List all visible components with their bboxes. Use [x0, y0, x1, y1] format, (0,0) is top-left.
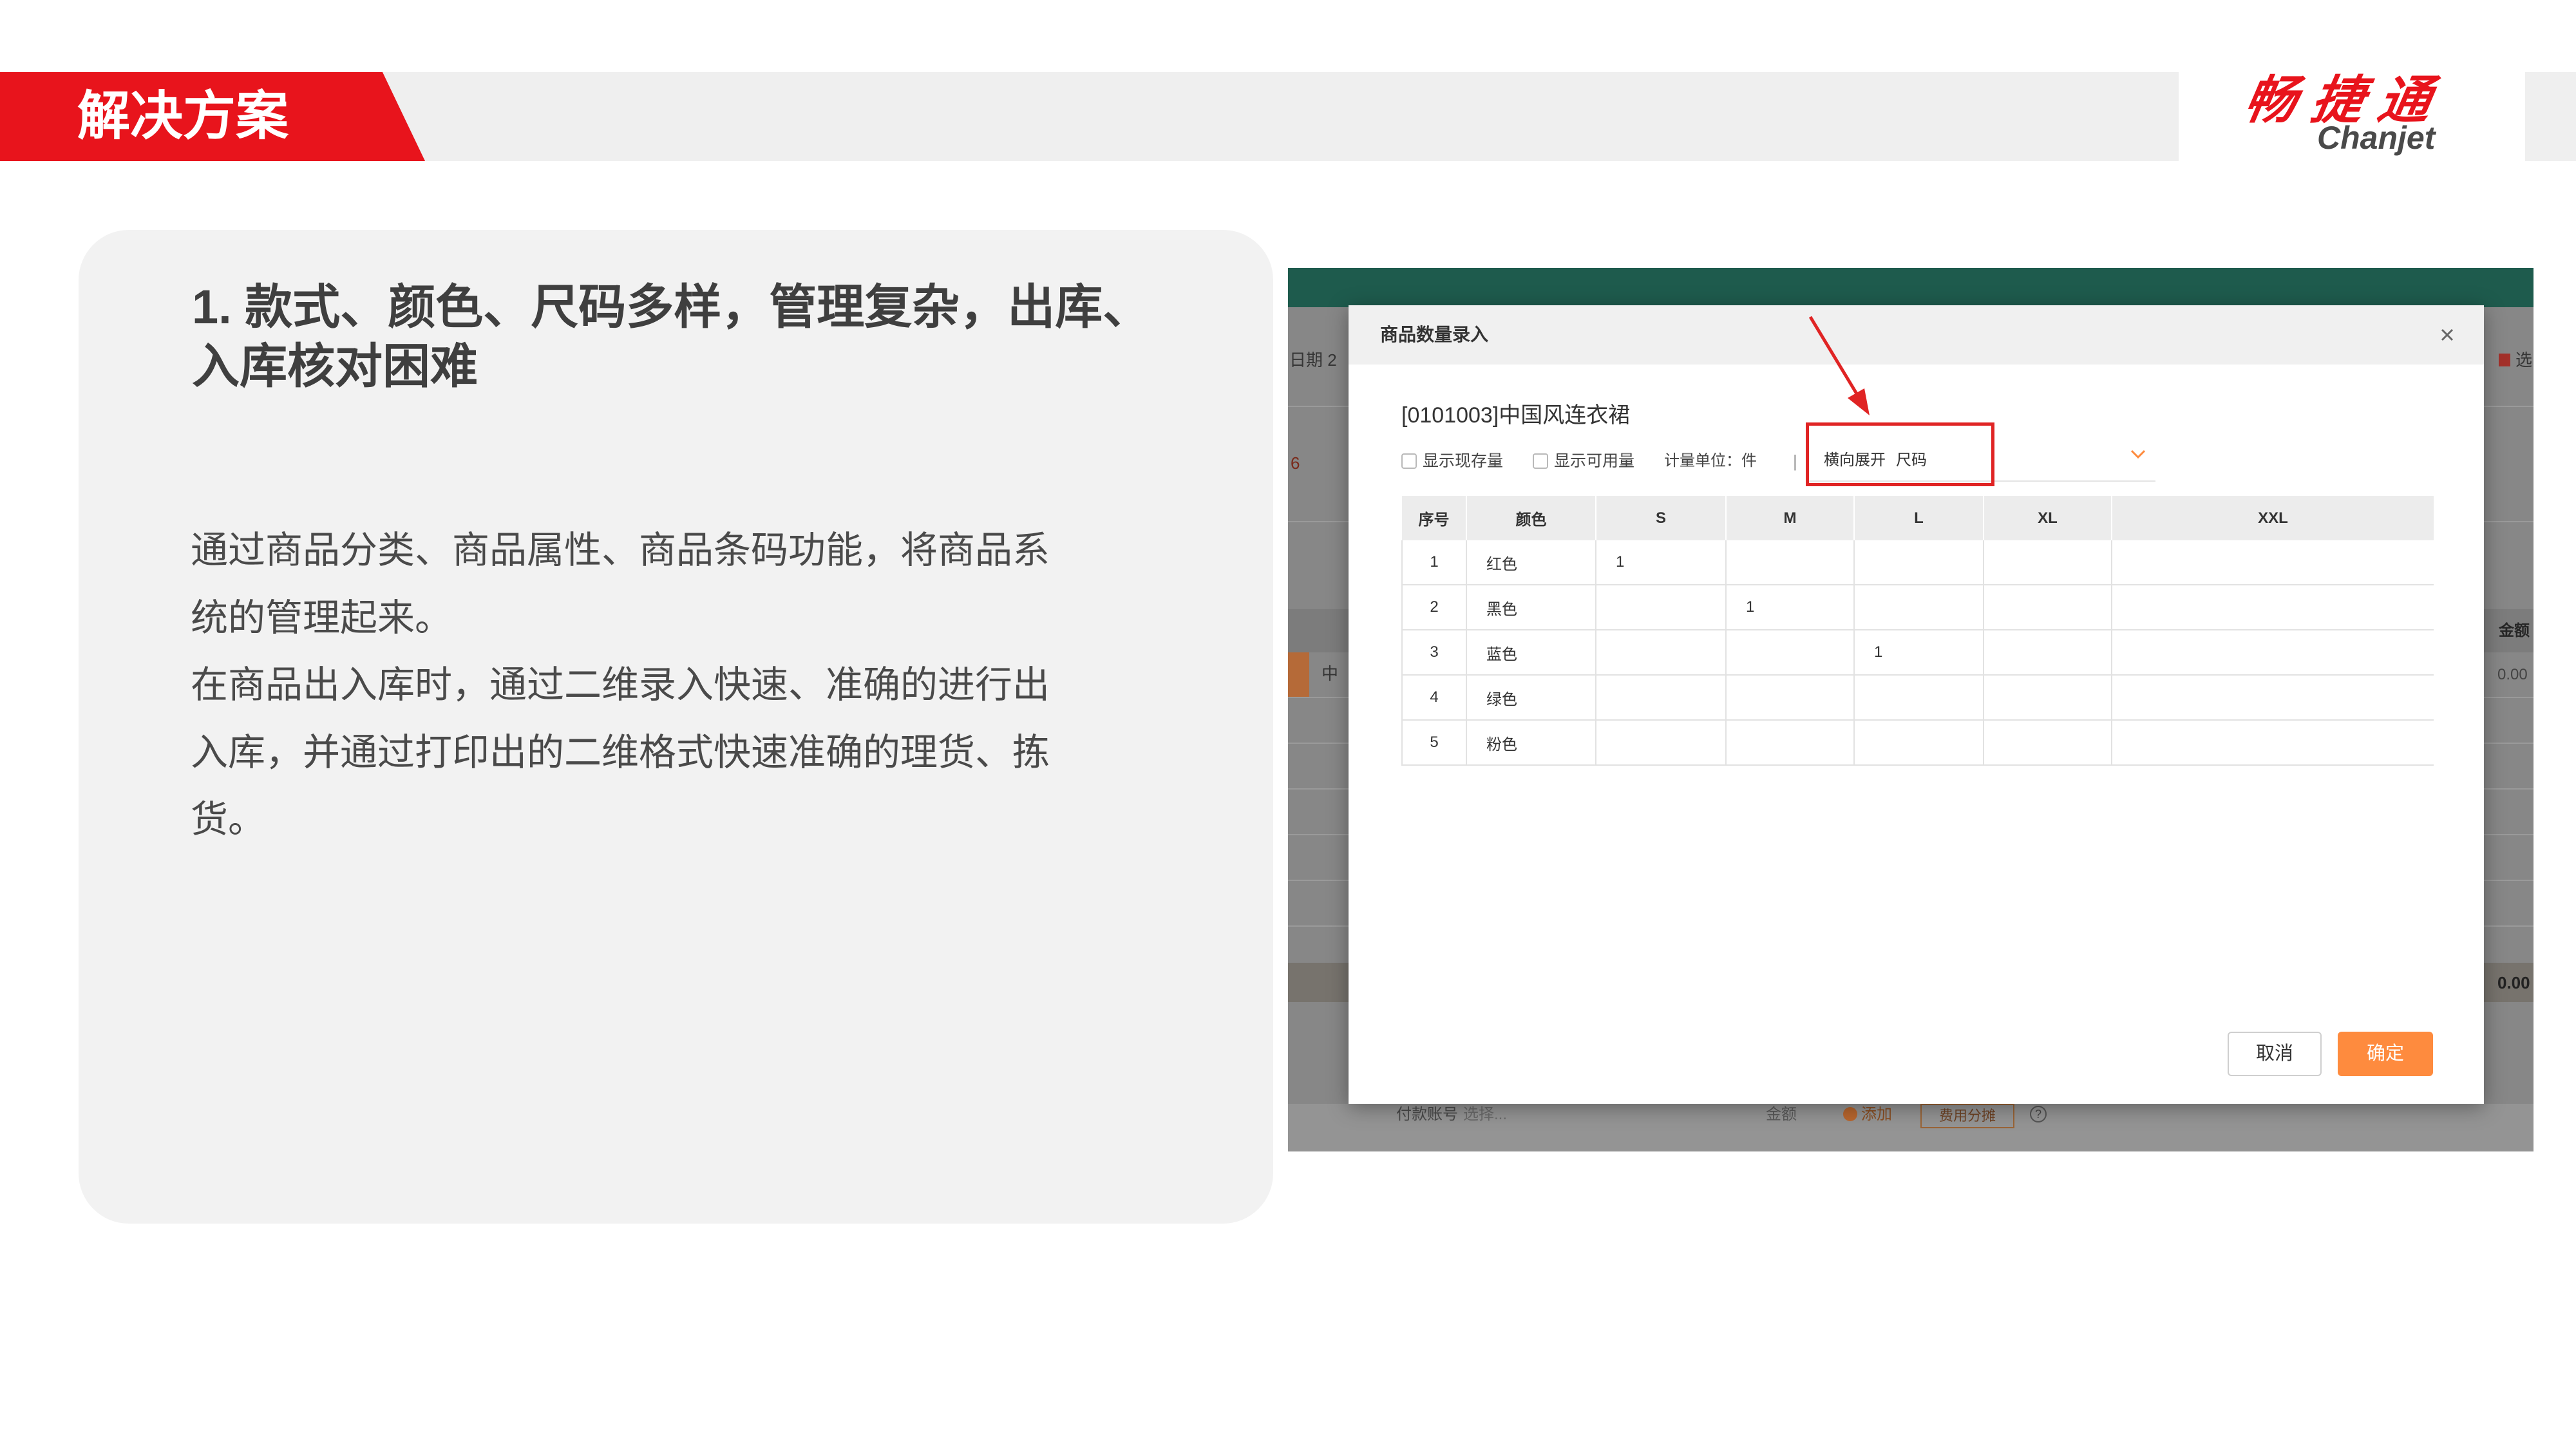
color-cell: 蓝色 — [1466, 630, 1596, 676]
bg-amount-value: 0.00 — [2497, 666, 2528, 683]
table-row: 3 蓝色 1 — [1401, 630, 2434, 676]
bg-top-right-label: 选 — [2515, 350, 2533, 370]
size-quantity-cell[interactable] — [2112, 585, 2434, 630]
size-quantity-cell[interactable] — [1596, 675, 1727, 721]
separator: | — [1793, 451, 1797, 471]
bg-payment-account-label: 付款账号 — [1396, 1106, 1458, 1123]
body-line: 货。 — [191, 799, 266, 841]
body-line: 入库，并通过打印出的二维格式快速准确的理货、拣 — [191, 731, 1050, 773]
size-quantity-cell[interactable] — [1984, 585, 2112, 630]
app-top-bar — [1288, 268, 2533, 307]
app-screenshot: 日期 2 6 中 选 金额 0.00 0.00 付款账号 选择... 金额 添加… — [1288, 268, 2533, 1151]
bg-total-amount: 0.00 — [2497, 973, 2530, 992]
card-title-line: 1. 款式、颜色、尺码多样，管理复杂，出库、 — [192, 280, 1151, 334]
show-stock-checkbox[interactable] — [1401, 453, 1417, 469]
column-header: M — [1726, 496, 1855, 540]
color-cell: 黑色 — [1466, 585, 1596, 630]
product-name: [0101003]中国风连衣裙 — [1401, 403, 1631, 428]
size-quantity-cell[interactable] — [2112, 675, 2434, 721]
bg-amount-header: 金额 — [2499, 622, 2530, 639]
size-quantity-cell[interactable] — [1596, 630, 1727, 676]
quantity-table: 序号 颜色 S M L XL XXL 1 红色 1 2 黑色 1 3 蓝色 1 4 绿色 5 粉色 — [1401, 496, 2434, 766]
row-index-cell: 2 — [1401, 585, 1467, 630]
card-title: 1. 款式、颜色、尺码多样，管理复杂，出库、 入库核对困难 — [192, 278, 1150, 396]
size-quantity-cell[interactable] — [1854, 585, 1984, 630]
column-header: XL — [1984, 496, 2112, 540]
color-cell: 绿色 — [1466, 675, 1596, 721]
column-header: L — [1854, 496, 1984, 540]
size-quantity-cell[interactable] — [1726, 720, 1855, 766]
row-index-cell: 3 — [1401, 630, 1467, 676]
dialog-title: 商品数量录入 — [1380, 325, 1489, 345]
chevron-down-icon[interactable] — [2130, 450, 2146, 459]
logo-english: Chanjet — [2317, 120, 2436, 156]
column-header: 颜色 — [1466, 496, 1596, 540]
size-quantity-cell[interactable] — [1984, 630, 2112, 676]
size-quantity-cell[interactable] — [1984, 720, 2112, 766]
size-quantity-cell[interactable] — [1984, 540, 2112, 585]
size-quantity-cell[interactable] — [1726, 630, 1855, 676]
cancel-button[interactable]: 取消 — [2228, 1032, 2322, 1076]
close-button[interactable] — [2437, 325, 2458, 345]
show-stock-label[interactable]: 显示现存量 — [1423, 451, 1503, 471]
table-row: 4 绿色 — [1401, 675, 2434, 721]
table-row: 5 粉色 — [1401, 720, 2434, 766]
column-header: 序号 — [1402, 496, 1467, 540]
body-line: 通过商品分类、商品属性、商品条码功能，将商品系 — [191, 529, 1050, 571]
row-index-cell: 5 — [1401, 720, 1467, 766]
body-line: 在商品出入库时，通过二维录入快速、准确的进行出 — [191, 664, 1050, 706]
size-quantity-cell[interactable]: 1 — [1726, 585, 1855, 630]
table-header-row: 序号 颜色 S M L XL XXL — [1402, 496, 2434, 540]
bg-flag-digit: 6 — [1291, 453, 1300, 473]
expand-mode-label: 横向展开 — [1824, 451, 1886, 469]
bg-selected-row-marker — [1288, 652, 1309, 697]
bg-amount-label: 金额 — [1766, 1106, 1797, 1123]
size-quantity-cell[interactable] — [1726, 675, 1855, 721]
color-cell: 粉色 — [1466, 720, 1596, 766]
row-index-cell: 4 — [1401, 675, 1467, 721]
plus-circle-icon — [1843, 1107, 1857, 1121]
show-available-checkbox[interactable] — [1533, 453, 1548, 469]
expand-mode-value: 尺码 — [1896, 451, 1927, 469]
expand-mode-select[interactable]: 横向展开 尺码 — [1806, 422, 2155, 482]
bg-add-label: 添加 — [1861, 1106, 1892, 1123]
show-available-label[interactable]: 显示可用量 — [1554, 451, 1634, 471]
size-quantity-cell[interactable] — [1984, 675, 2112, 721]
bg-fee-split-button: 费用分摊 — [1920, 1104, 2014, 1128]
size-quantity-cell[interactable] — [1854, 675, 1984, 721]
table-row: 1 红色 1 — [1401, 540, 2434, 585]
size-quantity-cell[interactable]: 1 — [1854, 630, 1984, 676]
close-icon[interactable] — [2437, 325, 2458, 345]
size-quantity-cell[interactable] — [2112, 720, 2434, 766]
size-quantity-cell[interactable]: 1 — [1596, 540, 1727, 585]
size-quantity-cell[interactable] — [2112, 540, 2434, 585]
column-header: XXL — [2112, 496, 2434, 540]
bg-payment-account-field: 选择... — [1463, 1106, 1508, 1123]
bg-row-cell: 中 — [1321, 664, 1339, 683]
quantity-entry-dialog: 商品数量录入 [0101003]中国风连衣裙 显示现存量 显示可用量 计量单位：… — [1349, 305, 2484, 1104]
column-header: S — [1596, 496, 1727, 540]
section-title: 解决方案 — [77, 87, 289, 146]
size-quantity-cell[interactable] — [1726, 540, 1855, 585]
color-cell: 红色 — [1466, 540, 1596, 585]
table-row: 2 黑色 1 — [1401, 585, 2434, 630]
card-body: 通过商品分类、商品属性、商品条码功能，将商品系 统的管理起来。 在商品出入库时，… — [191, 517, 1050, 854]
confirm-button[interactable]: 确定 — [2338, 1032, 2433, 1076]
dialog-header — [1349, 305, 2484, 365]
header-bar-end — [2525, 72, 2576, 161]
card-title-line: 入库核对困难 — [192, 339, 478, 393]
bg-red-icon — [2499, 354, 2510, 366]
unit-label: 计量单位：件 — [1664, 452, 1757, 469]
help-circle-icon: ? — [2030, 1106, 2047, 1122]
size-quantity-cell[interactable] — [1596, 585, 1727, 630]
size-quantity-cell[interactable] — [1854, 540, 1984, 585]
quantity-table-body: 1 红色 1 2 黑色 1 3 蓝色 1 4 绿色 5 粉色 — [1401, 540, 2434, 766]
size-quantity-cell[interactable] — [1596, 720, 1727, 766]
body-line: 统的管理起来。 — [191, 596, 453, 639]
row-index-cell: 1 — [1401, 540, 1467, 585]
size-quantity-cell[interactable] — [2112, 630, 2434, 676]
size-quantity-cell[interactable] — [1854, 720, 1984, 766]
bg-date-label: 日期 2 — [1289, 350, 1337, 370]
